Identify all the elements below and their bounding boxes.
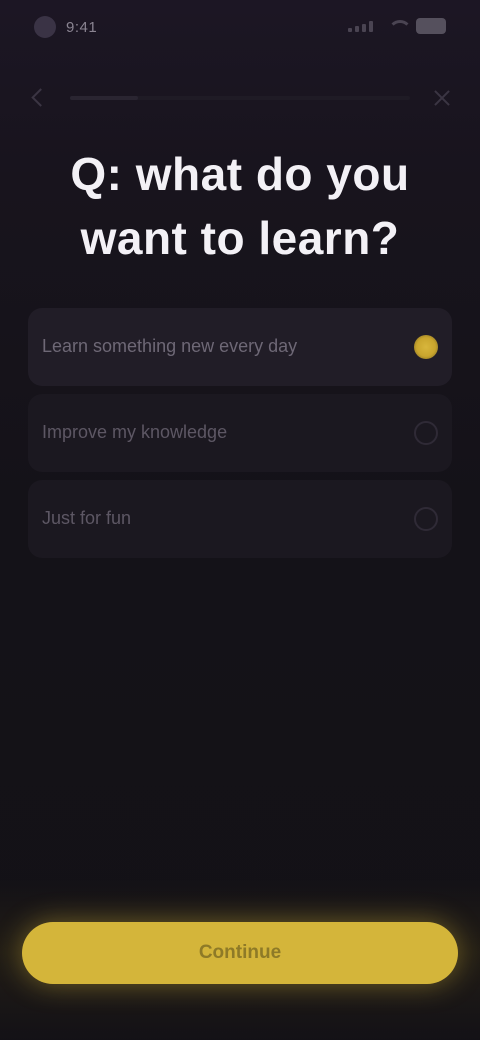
footer: Continue bbox=[0, 880, 480, 1040]
status-right bbox=[348, 18, 446, 34]
status-left: 9:41 bbox=[34, 16, 97, 38]
battery-icon bbox=[416, 18, 446, 34]
options-list: Learn something new every day Improve my… bbox=[28, 308, 452, 566]
continue-button[interactable]: Continue bbox=[22, 922, 458, 984]
option-label: Just for fun bbox=[42, 508, 132, 528]
option-item[interactable]: Learn something new every day bbox=[28, 308, 452, 386]
radio-unselected-icon[interactable] bbox=[414, 507, 438, 531]
radio-unselected-icon[interactable] bbox=[414, 421, 438, 445]
screen: 9:41 Q: what do you want to learn? Learn… bbox=[0, 0, 480, 1040]
wifi-icon bbox=[386, 18, 412, 34]
status-time: 9:41 bbox=[66, 18, 98, 36]
signal-icon bbox=[348, 20, 378, 32]
option-label: Improve my knowledge bbox=[42, 422, 228, 442]
radio-selected-icon[interactable] bbox=[414, 335, 438, 359]
nav-row bbox=[0, 78, 480, 118]
progress-bar bbox=[70, 96, 410, 100]
option-item[interactable]: Improve my knowledge bbox=[28, 394, 452, 472]
back-icon[interactable] bbox=[26, 86, 50, 110]
option-label: Learn something new every day bbox=[42, 336, 298, 356]
option-item[interactable]: Just for fun bbox=[28, 480, 452, 558]
progress-fill bbox=[70, 96, 138, 100]
question-title: Q: what do you want to learn? bbox=[70, 148, 410, 264]
app-indicator-icon bbox=[34, 16, 56, 38]
status-bar: 9:41 bbox=[0, 0, 480, 60]
close-icon[interactable] bbox=[430, 86, 454, 110]
